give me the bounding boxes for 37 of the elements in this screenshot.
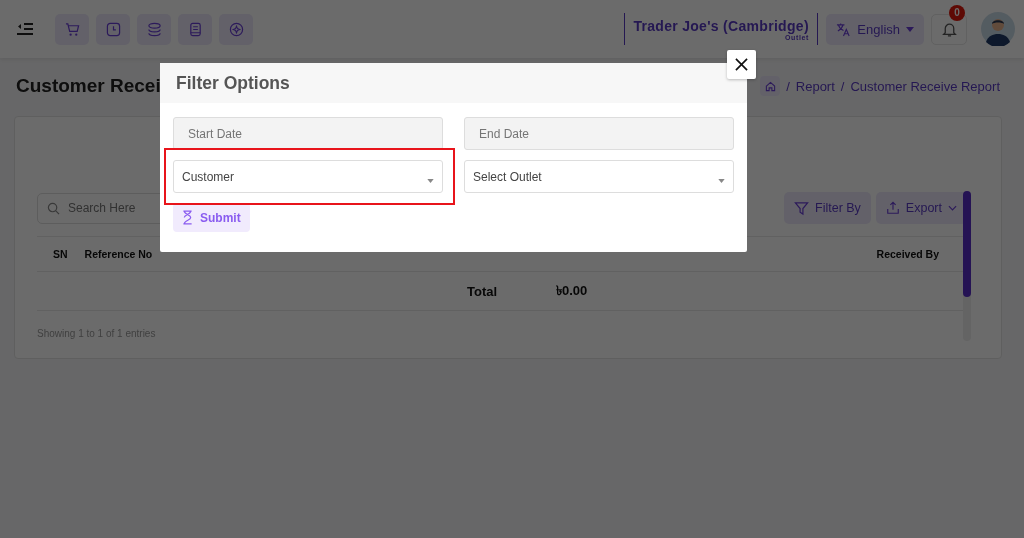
caret-icon — [906, 26, 914, 32]
close-button[interactable] — [727, 50, 756, 79]
column-header: Reference No — [84, 248, 153, 260]
filter-button[interactable]: Filter By — [784, 192, 871, 224]
caret-icon — [427, 178, 434, 183]
submit-button[interactable]: Submit — [173, 203, 250, 232]
chevron-down-icon — [948, 205, 957, 211]
avatar-icon[interactable] — [981, 12, 1015, 46]
clock-icon[interactable] — [96, 13, 130, 45]
translate-icon — [836, 21, 852, 37]
compass-icon[interactable] — [219, 13, 253, 45]
cart-icon[interactable] — [55, 13, 89, 45]
caret-icon — [718, 178, 725, 183]
upload-icon — [885, 201, 900, 215]
notification-badge: 0 — [949, 4, 965, 21]
breadcrumb-link[interactable]: Report — [795, 78, 835, 94]
stack-icon[interactable] — [137, 13, 171, 45]
filter-icon — [794, 200, 809, 216]
home-icon[interactable] — [760, 76, 781, 96]
outlet-name: Trader Joe's (Cambridge) — [633, 17, 809, 34]
document-icon[interactable] — [178, 13, 212, 45]
select-field[interactable]: Customer — [173, 160, 443, 193]
language-dropdown[interactable]: English — [826, 13, 924, 45]
column-header: SN — [53, 248, 68, 260]
column-header: Received By — [876, 248, 939, 260]
hourglass-icon — [182, 210, 193, 225]
menu-collapse-icon[interactable] — [16, 22, 34, 36]
total-amount: ৳0.00 — [556, 281, 588, 300]
search-icon — [47, 201, 60, 215]
breadcrumb-separator: / — [786, 78, 790, 94]
scrollbar[interactable] — [963, 191, 971, 341]
modal-title: Filter Options — [176, 72, 290, 94]
page-title: Customer Recei — [16, 75, 161, 97]
total-label: Total — [467, 283, 499, 299]
close-icon — [735, 58, 748, 71]
select-field[interactable]: Select Outlet — [464, 160, 734, 193]
breadcrumb-separator: / — [840, 78, 845, 94]
